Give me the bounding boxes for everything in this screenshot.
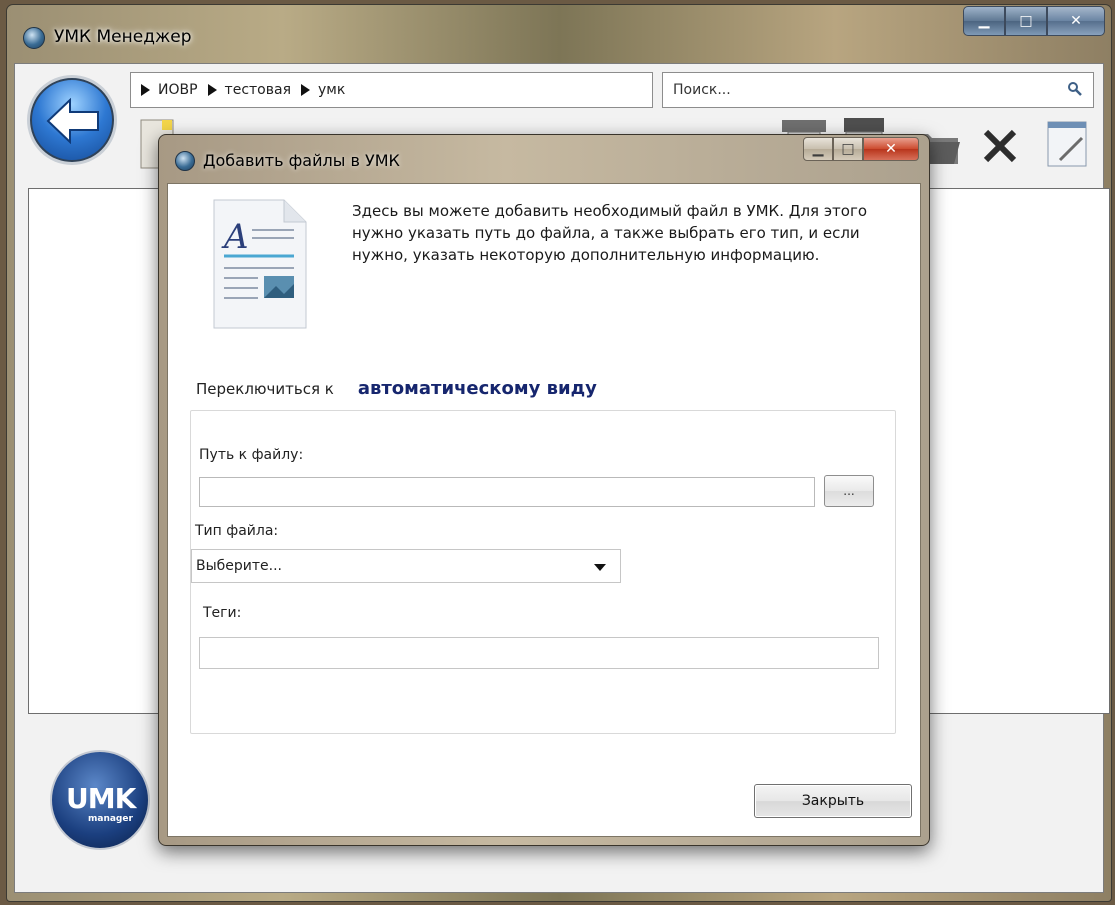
window-title: УМК Менеджер — [54, 27, 192, 47]
window-controls: ▁ □ ✕ — [963, 6, 1105, 36]
browse-button[interactable]: ... — [824, 475, 874, 507]
switch-label: Переключиться к — [196, 380, 334, 398]
dialog-app-icon — [175, 151, 195, 171]
back-button[interactable] — [30, 78, 114, 162]
breadcrumb-item[interactable]: умк — [318, 82, 345, 98]
file-path-input[interactable] — [199, 477, 815, 507]
dialog-body: A Здесь вы можете добавить необходимый ф… — [167, 183, 921, 837]
add-files-dialog: Добавить файлы в УМК ▁ □ ✕ A Здесь вы мо… — [158, 134, 930, 846]
logo-text: UMK — [66, 782, 136, 815]
breadcrumb-item[interactable]: ИОВР — [158, 82, 198, 98]
maximize-icon: □ — [841, 141, 855, 157]
view-switch-row: Переключиться к автоматическому виду — [196, 378, 597, 399]
close-button[interactable]: Закрыть — [754, 784, 912, 818]
logo-subtext: manager — [88, 814, 133, 824]
breadcrumb-arrow-icon — [141, 84, 150, 96]
dialog-close-button[interactable]: ✕ — [863, 137, 919, 161]
file-form: Путь к файлу: ... Тип файла: Выберите...… — [190, 410, 896, 734]
title-bar[interactable]: УМК Менеджер ▁ □ ✕ — [7, 5, 1111, 65]
dialog-title: Добавить файлы в УМК — [203, 151, 400, 170]
close-icon: ✕ — [1070, 13, 1082, 29]
chevron-down-icon — [594, 564, 606, 571]
breadcrumb[interactable]: ИОВР тестовая умк — [130, 72, 653, 108]
type-label: Тип файла: — [195, 523, 279, 539]
path-label: Путь к файлу: — [199, 447, 304, 463]
search-input[interactable]: Поиск... — [662, 72, 1094, 108]
edit-icon[interactable] — [1046, 120, 1090, 170]
dialog-window-controls: ▁ □ ✕ — [803, 137, 919, 161]
delete-icon[interactable] — [980, 126, 1020, 166]
svg-text:A: A — [221, 217, 249, 257]
search-icon[interactable] — [1067, 81, 1083, 97]
minimize-button[interactable]: ▁ — [963, 6, 1005, 36]
dialog-maximize-button[interactable]: □ — [833, 137, 863, 161]
maximize-icon: □ — [1019, 13, 1033, 29]
maximize-button[interactable]: □ — [1005, 6, 1047, 36]
app-icon — [23, 27, 45, 49]
file-type-value: Выберите... — [196, 558, 283, 574]
minimize-icon: ▁ — [978, 13, 990, 29]
minimize-icon: ▁ — [812, 141, 824, 157]
search-placeholder: Поиск... — [673, 82, 731, 98]
breadcrumb-arrow-icon — [301, 84, 310, 96]
dialog-minimize-button[interactable]: ▁ — [803, 137, 833, 161]
tags-input[interactable] — [199, 637, 879, 669]
file-type-select[interactable]: Выберите... — [191, 549, 621, 583]
close-icon: ✕ — [885, 141, 897, 157]
document-icon: A — [213, 199, 307, 329]
switch-auto-view-link[interactable]: автоматическому виду — [358, 378, 597, 399]
intro-text: Здесь вы можете добавить необходимый фай… — [352, 202, 868, 264]
breadcrumb-item[interactable]: тестовая — [225, 82, 291, 98]
umk-logo: UMK manager — [50, 750, 150, 850]
arrow-left-icon — [46, 98, 99, 144]
close-window-button[interactable]: ✕ — [1047, 6, 1105, 36]
tags-label: Теги: — [203, 605, 242, 621]
breadcrumb-arrow-icon — [207, 84, 217, 96]
